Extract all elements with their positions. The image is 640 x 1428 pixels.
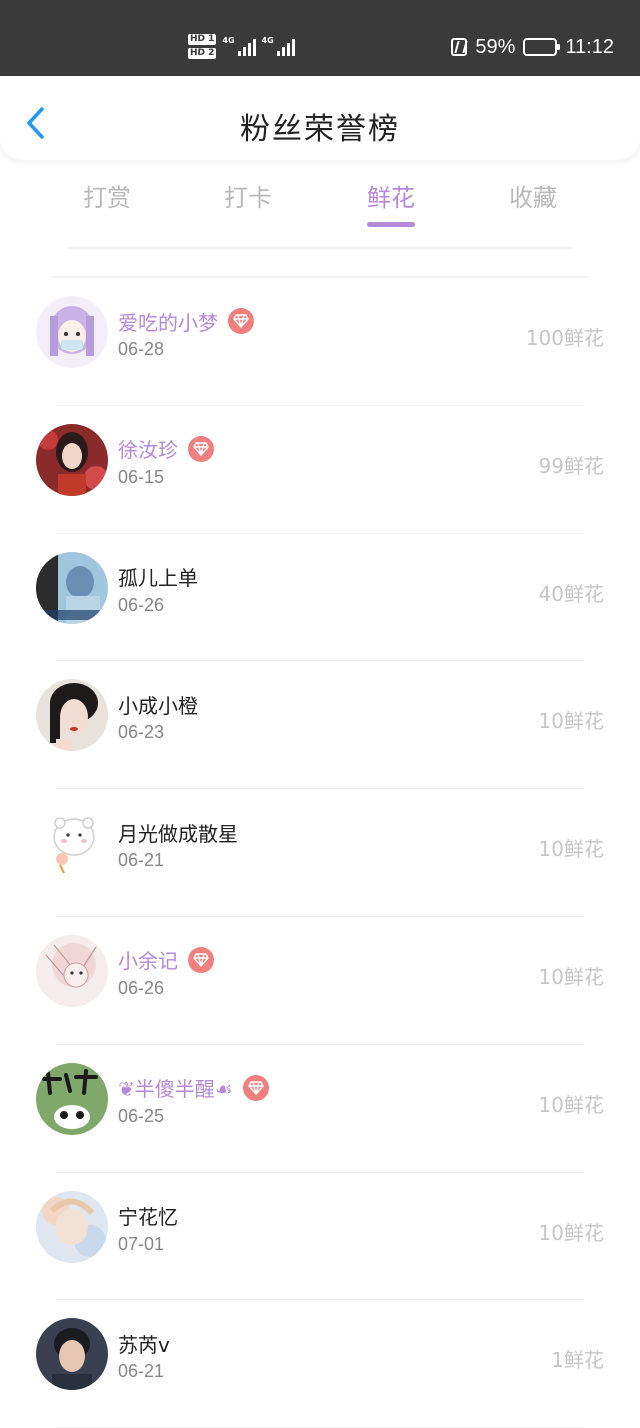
date: 06-25 [118,1105,165,1126]
fan-list: 爱吃的小梦 06-28 100鲜花 徐汝珍 06-15 99鲜花 孤儿上单 06… [0,278,640,1428]
flower-count: 10鲜花 [538,1092,604,1117]
user-name[interactable]: 徐汝珍 [118,434,178,463]
user-name-line: 爱吃的小梦 [118,306,254,336]
user-name-line: 徐汝珍 [118,434,214,464]
date: 06-23 [118,722,165,743]
list-item[interactable]: 月光做成散星 06-21 10鲜花 [0,789,640,917]
page-title: 粉丝荣誉榜 [240,112,400,147]
user-name[interactable]: 爱吃的小梦 [118,307,218,336]
list-item[interactable]: 宁花忆 07-01 10鲜花 [0,1173,640,1301]
signal-strength-icon: 4G [222,36,256,56]
tab-flowers[interactable]: 鲜花 [336,178,446,213]
network-type-2: 4G [261,36,274,45]
tab-favorites[interactable]: 收藏 [478,178,588,213]
user-name[interactable]: 孤儿上单 [118,562,198,591]
user-name[interactable]: 小余记 [118,945,178,974]
user-name-line: 月光做成散星 [118,817,238,847]
avatar[interactable] [36,934,108,1007]
user-name-line: ❦半傻半醒☙ [118,1073,269,1103]
diamond-icon [242,1074,269,1101]
status-right: 59% 11:12 [451,30,614,64]
user-name-line: 孤儿上单 [118,562,198,592]
list-item[interactable]: 小余记 06-26 10鲜花 [0,917,640,1045]
status-bar: HD 1 HD 2 4G 4G 59% 11:12 [0,0,640,76]
user-name[interactable]: 苏芮v [118,1329,170,1358]
diamond-icon [188,946,214,973]
flower-count: 10鲜花 [538,1220,604,1245]
user-name[interactable]: ❦半傻半醒☙ [118,1073,233,1102]
date: 06-15 [118,466,165,487]
avatar[interactable] [36,551,108,624]
tab-reward[interactable]: 打赏 [52,178,162,213]
avatar[interactable] [36,423,108,496]
user-name[interactable]: 宁花忆 [118,1201,178,1230]
signal-indicators: HD 1 HD 2 4G 4G [188,28,295,64]
tab-bar: 打赏 打卡 鲜花 收藏 [0,160,640,240]
avatar[interactable] [36,296,108,368]
signal-strength-icon-2: 4G [262,36,295,56]
avatar[interactable] [36,807,108,880]
diamond-icon [188,435,214,462]
flower-count: 100鲜花 [525,326,604,350]
user-name-line: 宁花忆 [118,1201,178,1231]
date: 07-01 [118,1233,165,1254]
date: 06-26 [118,977,165,998]
user-name-line: 小成小橙 [118,689,198,719]
network-type-1: 4G [222,36,235,45]
tab-checkin[interactable]: 打卡 [193,178,303,213]
active-tab-indicator [367,222,415,227]
clock: 11:12 [565,35,614,58]
list-item[interactable]: 孤儿上单 06-26 40鲜花 [0,534,640,662]
flower-count: 1鲜花 [551,1348,604,1373]
hd1-badge: HD 1 [188,33,217,45]
avatar[interactable] [36,679,108,752]
hd2-badge: HD 2 [188,47,217,59]
diamond-icon [228,308,254,334]
flower-count: 10鲜花 [538,964,604,989]
battery-icon [523,38,561,56]
list-item[interactable]: 苏芮v 06-21 1鲜花 [0,1300,640,1428]
divider [68,247,572,249]
avatar[interactable] [36,1190,108,1263]
date: 06-26 [118,594,165,615]
avatar[interactable] [36,1062,108,1135]
user-name[interactable]: 小成小橙 [118,690,198,719]
nav-bar: 粉丝荣誉榜 [0,76,640,160]
list-item[interactable]: 爱吃的小梦 06-28 100鲜花 [0,278,640,406]
list-item[interactable]: 小成小橙 06-23 10鲜花 [0,661,640,790]
flower-count: 10鲜花 [538,837,604,862]
flower-count: 40鲜花 [538,581,604,606]
hd-indicators: HD 1 HD 2 [188,33,217,59]
flower-count: 10鲜花 [538,709,604,734]
list-item[interactable]: 徐汝珍 06-15 99鲜花 [0,406,640,534]
user-name-line: 苏芮v [118,1328,170,1358]
nfc-icon [451,38,468,56]
battery-percent: 59% [475,35,516,58]
date: 06-21 [118,850,165,871]
flower-count: 99鲜花 [538,453,604,478]
user-name-line: 小余记 [118,945,214,975]
user-name[interactable]: 月光做成散星 [118,818,238,847]
date: 06-28 [118,339,165,359]
avatar[interactable] [36,1318,108,1391]
date: 06-21 [118,1361,165,1382]
list-item[interactable]: ❦半傻半醒☙ 06-25 10鲜花 [0,1045,640,1173]
